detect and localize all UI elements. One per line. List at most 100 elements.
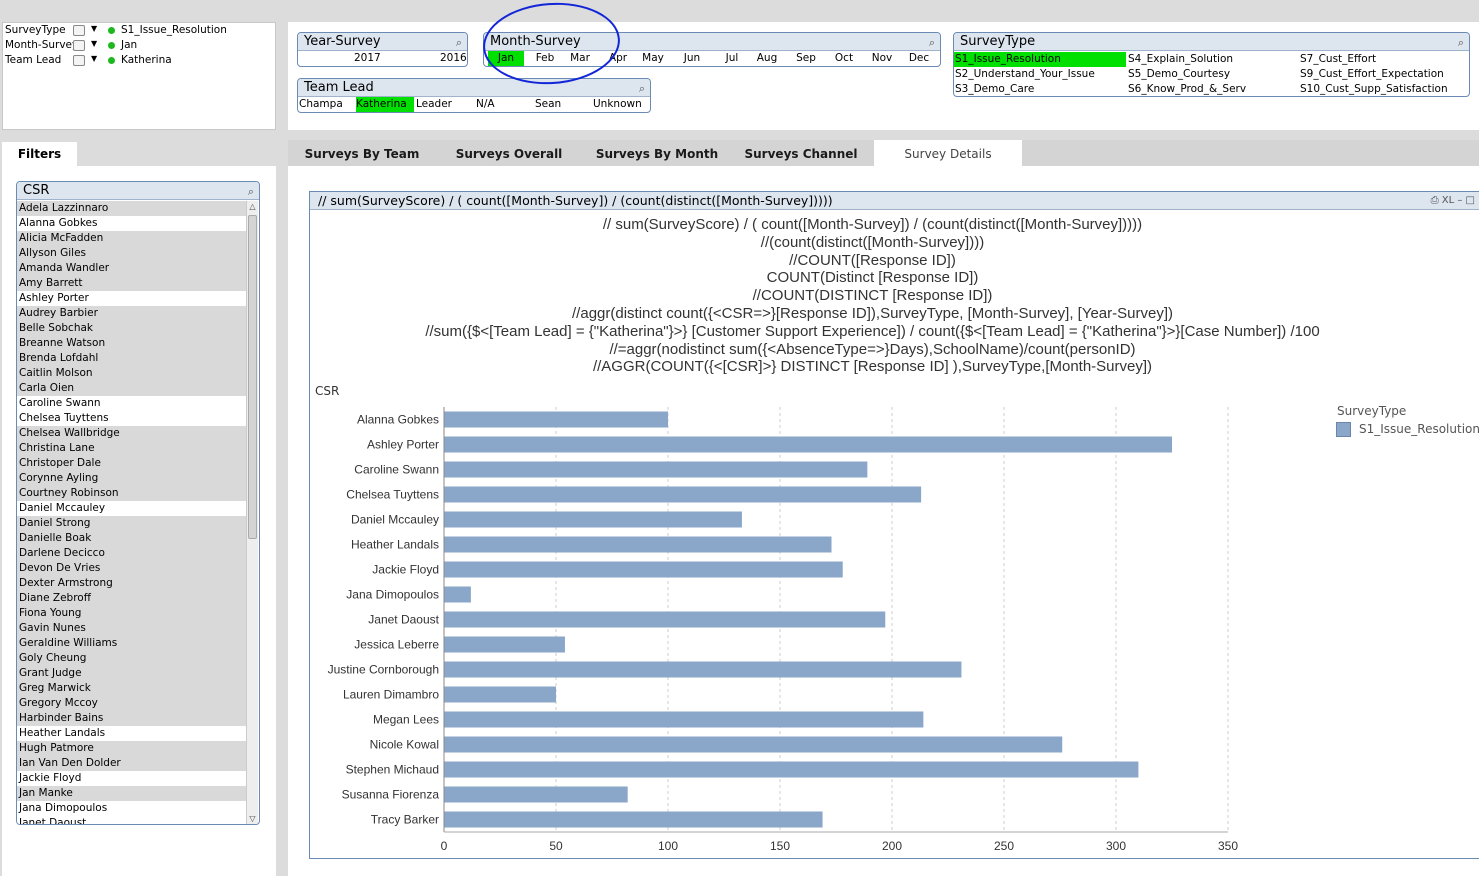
search-icon[interactable]: ⌕ — [1458, 34, 1464, 51]
team-lead-value[interactable]: Unknown — [593, 97, 650, 112]
eraser-icon[interactable] — [73, 55, 85, 66]
tab-surveys-by-month[interactable]: Surveys By Month — [588, 142, 726, 166]
export-excel-icon[interactable]: XL — [1442, 195, 1454, 206]
csr-list-item[interactable]: Breanne Watson — [17, 336, 247, 351]
eraser-icon[interactable] — [73, 40, 85, 51]
bar[interactable] — [444, 486, 922, 503]
dropdown-arrow-icon[interactable]: ▼ — [91, 54, 97, 63]
csr-list-item[interactable]: Caroline Swann — [17, 396, 247, 411]
csr-list-item[interactable]: Jan Manke — [17, 786, 247, 801]
survey-type-value[interactable]: S5_Demo_Courtesy — [1127, 67, 1299, 82]
csr-list-item[interactable]: Heather Landals — [17, 726, 247, 741]
search-icon[interactable]: ⌕ — [929, 34, 935, 51]
survey-type-value[interactable]: S6_Know_Prod_&_Serv — [1127, 82, 1299, 96]
csr-scroll-thumb[interactable] — [248, 215, 257, 539]
month-value-feb[interactable]: Feb — [527, 51, 563, 66]
team-lead-value[interactable]: Sean — [535, 97, 591, 112]
month-value-oct[interactable]: Oct — [826, 51, 862, 66]
survey-type-value[interactable]: S2_Understand_Your_Issue — [954, 67, 1126, 82]
csr-list-item[interactable]: Danielle Boak — [17, 531, 247, 546]
team-lead-value[interactable]: N/A — [476, 97, 532, 112]
month-value-mar[interactable]: Mar — [562, 51, 598, 66]
tab-surveys-by-team[interactable]: Surveys By Team — [292, 142, 432, 166]
csr-list-item[interactable]: Ian Van Den Dolder — [17, 756, 247, 771]
month-value-aug[interactable]: Aug — [749, 51, 785, 66]
csr-list-item[interactable]: Alicia McFadden — [17, 231, 247, 246]
search-icon[interactable]: ⌕ — [456, 34, 462, 51]
bar[interactable] — [444, 411, 668, 428]
csr-list-item[interactable]: Christina Lane — [17, 441, 247, 456]
year-value-2017[interactable]: 2017 — [354, 51, 381, 66]
month-value-apr[interactable]: Apr — [600, 51, 636, 66]
dropdown-arrow-icon[interactable]: ▼ — [91, 24, 97, 33]
month-value-jan[interactable]: Jan — [488, 51, 524, 66]
csr-list-item[interactable]: Chelsea Tuyttens — [17, 411, 247, 426]
csr-list-item[interactable]: Daniel Mccauley — [17, 501, 247, 516]
bar[interactable] — [444, 586, 471, 603]
csr-list-item[interactable]: Harbinder Bains — [17, 711, 247, 726]
csr-list-item[interactable]: Audrey Barbier — [17, 306, 247, 321]
bar[interactable] — [444, 636, 565, 653]
bar[interactable] — [444, 611, 886, 628]
csr-list-item[interactable]: Caitlin Molson — [17, 366, 247, 381]
scroll-down-icon[interactable]: ▽ — [247, 813, 258, 824]
month-value-jun[interactable]: Jun — [674, 51, 710, 66]
csr-list-item[interactable]: Dexter Armstrong — [17, 576, 247, 591]
bar[interactable] — [444, 436, 1172, 453]
bar[interactable] — [444, 761, 1139, 778]
csr-list-item[interactable]: Amanda Wandler — [17, 261, 247, 276]
tab-filters[interactable]: Filters — [2, 142, 77, 166]
month-value-dec[interactable]: Dec — [901, 51, 937, 66]
bar[interactable] — [444, 536, 832, 553]
bar[interactable] — [444, 811, 823, 828]
dropdown-arrow-icon[interactable]: ▼ — [91, 39, 97, 48]
tab-surveys-channel[interactable]: Surveys Channel — [734, 142, 868, 166]
bar[interactable] — [444, 686, 556, 703]
csr-list-item[interactable]: Amy Barrett — [17, 276, 247, 291]
csr-list-item[interactable]: Carla Oien — [17, 381, 247, 396]
bar[interactable] — [444, 786, 628, 803]
bar[interactable] — [444, 561, 843, 578]
survey-type-value[interactable]: S10_Cust_Supp_Satisfaction — [1299, 82, 1469, 96]
csr-list-item[interactable]: Daniel Strong — [17, 516, 247, 531]
csr-list-item[interactable]: Gregory Mccoy — [17, 696, 247, 711]
maximize-icon[interactable]: □ — [1466, 195, 1475, 206]
month-value-jul[interactable]: Jul — [714, 51, 750, 66]
csr-list-item[interactable]: Allyson Giles — [17, 246, 247, 261]
tab-survey-details[interactable]: Survey Details — [874, 140, 1022, 168]
eraser-icon[interactable] — [73, 25, 85, 36]
team-lead-value[interactable]: Katherina — [356, 97, 414, 112]
tab-surveys-overall[interactable]: Surveys Overall — [440, 142, 578, 166]
csr-list-item[interactable]: Chelsea Wallbridge — [17, 426, 247, 441]
search-icon[interactable]: ⌕ — [639, 80, 645, 97]
csr-list-item[interactable]: Grant Judge — [17, 666, 247, 681]
csr-list-item[interactable]: Ashley Porter — [17, 291, 247, 306]
survey-type-value[interactable]: S3_Demo_Care — [954, 82, 1126, 96]
team-lead-value[interactable]: Leader — [416, 97, 474, 112]
csr-list-item[interactable]: Jana Dimopoulos — [17, 801, 247, 816]
csr-list-item[interactable]: Greg Marwick — [17, 681, 247, 696]
csr-scrollbar[interactable]: △ ▽ — [246, 201, 258, 824]
csr-list-item[interactable]: Darlene Decicco — [17, 546, 247, 561]
month-value-may[interactable]: May — [635, 51, 671, 66]
csr-list-item[interactable]: Hugh Patmore — [17, 741, 247, 756]
survey-type-value[interactable]: S9_Cust_Effort_Expectation — [1299, 67, 1469, 82]
team-lead-value[interactable]: Champa — [299, 97, 355, 112]
csr-list-item[interactable]: Janet Daoust — [17, 816, 247, 824]
minimize-icon[interactable]: – — [1457, 195, 1462, 206]
csr-list-item[interactable]: Fiona Young — [17, 606, 247, 621]
csr-list-item[interactable]: Devon De Vries — [17, 561, 247, 576]
csr-list-item[interactable]: Jackie Floyd — [17, 771, 247, 786]
bar[interactable] — [444, 661, 962, 678]
csr-list-item[interactable]: Geraldine Williams — [17, 636, 247, 651]
csr-list-item[interactable]: Goly Cheung — [17, 651, 247, 666]
bar[interactable] — [444, 711, 924, 728]
csr-list-item[interactable]: Christoper Dale — [17, 456, 247, 471]
scroll-up-icon[interactable]: △ — [247, 201, 258, 213]
csr-list-item[interactable]: Courtney Robinson — [17, 486, 247, 501]
bar[interactable] — [444, 461, 868, 478]
csr-list-item[interactable]: Brenda Lofdahl — [17, 351, 247, 366]
csr-list-item[interactable]: Adela Lazzinnaro — [17, 201, 247, 216]
survey-type-value[interactable]: S4_Explain_Solution — [1127, 52, 1299, 67]
csr-list-item[interactable]: Belle Sobchak — [17, 321, 247, 336]
